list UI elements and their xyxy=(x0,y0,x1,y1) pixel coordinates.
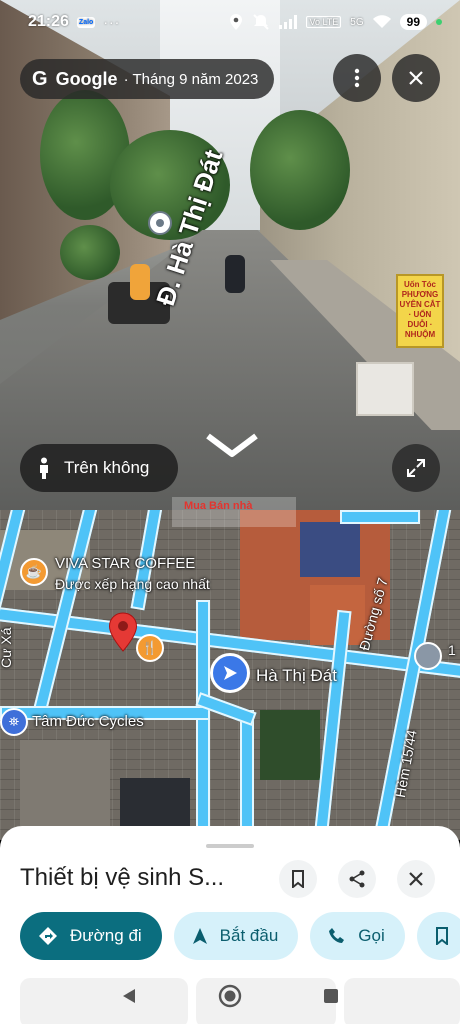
close-sheet-button[interactable] xyxy=(397,860,435,898)
directions-icon xyxy=(39,927,57,945)
status-bar: 21:26 Zalo ··· Vo LTE 5G 99 xyxy=(0,0,460,44)
shop-sign: Uốn Tóc PHƯƠNG UYÊN CẮT · UỐN DUỖI · NHU… xyxy=(396,274,444,348)
signal-icon xyxy=(279,15,298,29)
bookmark-icon xyxy=(292,870,304,888)
directions-button[interactable]: Đường đi xyxy=(20,912,162,960)
brand-label: Google xyxy=(55,68,118,89)
location-icon xyxy=(230,14,243,30)
building-roof xyxy=(20,740,110,830)
back-icon[interactable] xyxy=(120,987,138,1005)
poi-coffee-name[interactable]: VIVA STAR COFFEE xyxy=(55,555,195,572)
navigation-icon xyxy=(192,928,207,944)
solar-roof xyxy=(300,522,360,577)
volte-icon: Vo LTE xyxy=(306,16,342,28)
start-label: Bắt đầu xyxy=(219,926,279,945)
expand-icon xyxy=(407,459,425,477)
poi-coffee-rating: Được xếp hạng cao nhất xyxy=(55,576,210,592)
rider xyxy=(225,255,245,293)
more-notifications-icon: ··· xyxy=(103,14,121,30)
call-button[interactable]: Gọi xyxy=(310,912,405,960)
tree xyxy=(250,110,350,230)
fullscreen-button[interactable] xyxy=(392,444,440,492)
road xyxy=(196,600,210,840)
directions-label: Đường đi xyxy=(70,926,142,945)
arrow-right-icon xyxy=(224,666,237,680)
privacy-dot xyxy=(436,19,442,25)
share-icon xyxy=(349,870,365,888)
road xyxy=(240,710,254,840)
street-label-cu-xa: Cư Xá xyxy=(0,627,14,669)
action-row: Đường đi Bắt đầu Gọi xyxy=(20,912,460,960)
aerial-view-label: Trên không xyxy=(64,458,150,477)
rider xyxy=(130,264,150,300)
recents-icon[interactable] xyxy=(322,987,340,1005)
street-view-marker[interactable] xyxy=(148,211,172,235)
phone-icon xyxy=(329,928,345,943)
watermark-logo: Mua Bán nhà xyxy=(172,497,296,527)
bush xyxy=(60,225,120,280)
mute-icon xyxy=(253,14,270,30)
close-street-view-button[interactable] xyxy=(392,54,440,102)
close-icon xyxy=(409,872,423,886)
zalo-notification-icon: Zalo xyxy=(76,16,96,28)
coffee-poi-icon[interactable]: ☕ xyxy=(20,558,48,586)
navigation-arrow-icon[interactable] xyxy=(210,653,250,693)
imagery-date: · Tháng 9 năm 2023 xyxy=(123,70,259,88)
wifi-icon xyxy=(372,15,391,28)
google-g-logo-icon: G xyxy=(32,67,48,90)
sheet-drag-handle[interactable] xyxy=(206,844,254,848)
close-icon xyxy=(409,71,423,85)
poi-marker-icon[interactable] xyxy=(414,642,442,670)
home-icon[interactable] xyxy=(218,984,242,1008)
road xyxy=(340,510,420,524)
place-title: Thiết bị vệ sinh S... xyxy=(20,864,225,891)
save-button[interactable] xyxy=(279,860,317,898)
planter-box xyxy=(356,362,414,416)
imagery-date-chip[interactable]: G Google · Tháng 9 năm 2023 xyxy=(20,59,274,99)
location-pin-icon[interactable] xyxy=(108,612,138,652)
bicycle-shop-poi-icon[interactable]: ⛯ xyxy=(0,708,28,736)
bookmark-icon xyxy=(435,927,448,945)
collapse-chevron-icon[interactable] xyxy=(206,432,258,458)
restaurant-poi-icon[interactable]: 🍴 xyxy=(136,634,164,662)
aerial-view-button[interactable]: Trên không xyxy=(20,444,178,492)
battery-icon: 99 xyxy=(399,14,427,30)
5g-icon: 5G xyxy=(350,16,364,28)
more-vertical-icon xyxy=(354,68,360,88)
pegman-icon xyxy=(40,457,48,479)
street-label-ha-thi-dat: Hà Thị Đát xyxy=(256,666,337,685)
system-nav-bar xyxy=(0,968,460,1024)
screen: Uốn Tóc PHƯƠNG UYÊN CẮT · UỐN DUỖI · NHU… xyxy=(0,0,460,1024)
start-button[interactable]: Bắt đầu xyxy=(173,912,299,960)
share-button[interactable] xyxy=(338,860,376,898)
more-options-button[interactable] xyxy=(333,54,381,102)
status-icons: Vo LTE 5G 99 xyxy=(229,13,442,31)
call-label: Gọi xyxy=(358,926,385,945)
save-chip-button[interactable] xyxy=(416,912,460,960)
status-time: 21:26 xyxy=(28,13,69,30)
poi-tam-duc-cycles[interactable]: Tâm Đức Cycles xyxy=(32,713,144,730)
trees-canopy xyxy=(260,710,320,780)
poi-partial-label: 1 xyxy=(448,642,456,658)
